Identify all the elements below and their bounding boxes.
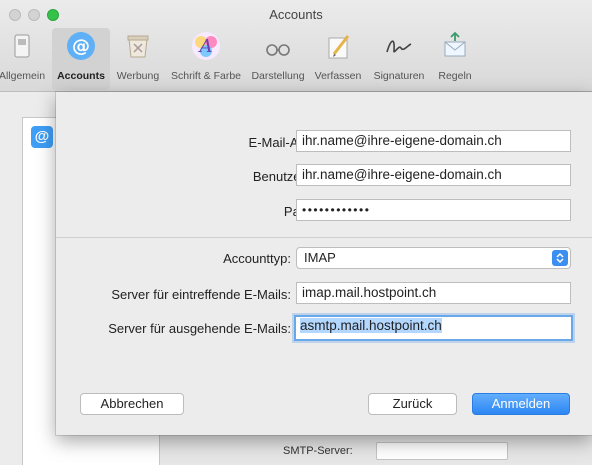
outgoing-server-field[interactable]: asmtp.mail.hostpoint.ch [294,315,573,341]
tab-label: Signaturen [373,70,425,82]
tab-darstellung[interactable]: Darstellung [248,28,308,90]
at-icon: @ [65,30,97,62]
tab-verfassen[interactable]: Verfassen [309,28,367,90]
tab-label: Regeln [438,70,472,82]
smtp-server-label: SMTP-Server: [283,445,353,457]
email-field[interactable]: ihr.name@ihre-eigene-domain.ch [296,130,571,152]
tab-regeln[interactable]: Regeln [431,28,479,90]
accounttype-select[interactable]: IMAP [296,247,571,269]
tab-label: Allgemein [0,70,46,82]
tab-werbung[interactable]: Werbung [111,28,165,90]
username-field[interactable]: ihr.name@ihre-eigene-domain.ch [296,164,571,186]
section-divider [56,237,592,238]
back-button[interactable]: Zurück [368,393,457,415]
password-field[interactable]: •••••••••••• [296,199,571,221]
window-titlebar: Accounts Allgemein @ Accounts Werbung A [0,0,592,92]
outgoing-server-label: Server für ausgehende E-Mails: [108,321,291,336]
add-account-sheet: E-Mail-Adresse: ihr.name@ihre-eigene-dom… [56,92,592,435]
tab-schrift-farbe[interactable]: A Schrift & Farbe [165,28,247,90]
tab-label: Werbung [116,70,160,82]
tab-accounts[interactable]: @ Accounts [52,28,110,90]
tab-label: Schrift & Farbe [170,70,242,82]
general-icon [6,30,38,62]
select-stepper-icon [552,250,568,266]
preferences-toolbar: Allgemein @ Accounts Werbung A Schrift &… [0,28,592,90]
account-at-icon[interactable]: @ [31,126,53,148]
incoming-server-field[interactable]: imap.mail.hostpoint.ch [296,282,571,304]
svg-text:A: A [198,36,213,57]
svg-text:@: @ [72,36,90,57]
viewing-glasses-icon [262,30,294,62]
signin-button[interactable]: Anmelden [472,393,570,415]
rules-icon [439,30,471,62]
tab-label: Verfassen [314,70,362,82]
smtp-server-select[interactable] [376,442,508,460]
outgoing-server-value: asmtp.mail.hostpoint.ch [300,318,442,333]
junk-icon [122,30,154,62]
accounttype-label: Accounttyp: [223,251,291,266]
tab-label: Accounts [57,70,105,82]
tab-label: Darstellung [251,70,305,82]
window-title: Accounts [269,7,323,22]
tab-allgemein[interactable]: Allgemein [0,28,50,90]
fonts-colors-icon: A [190,30,222,62]
incoming-server-label: Server für eintreffende E-Mails: [111,287,291,302]
cancel-button[interactable]: Abbrechen [80,393,184,415]
accounttype-value: IMAP [304,250,336,265]
compose-icon [322,30,354,62]
signature-icon [383,30,415,62]
tab-signaturen[interactable]: Signaturen [367,28,431,90]
